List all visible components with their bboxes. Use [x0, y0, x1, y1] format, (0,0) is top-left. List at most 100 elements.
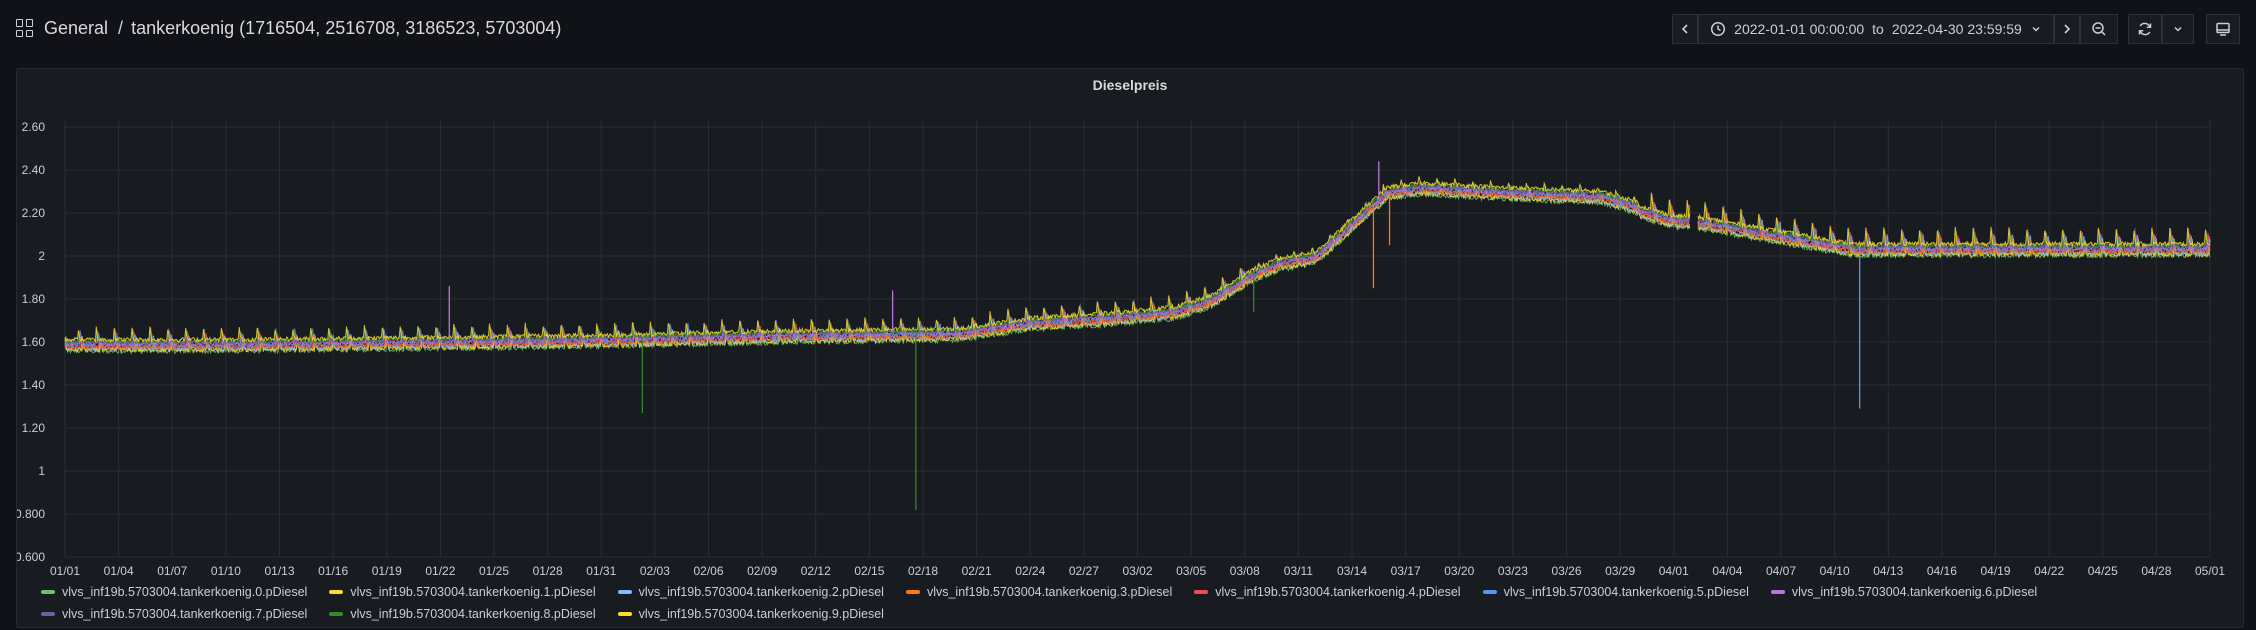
- legend-label: vlvs_inf19b.5703004.tankerkoenig.9.pDies…: [638, 607, 884, 621]
- y-tick-label: 1.60: [22, 335, 46, 349]
- x-tick-label: 04/16: [1927, 564, 1957, 578]
- time-range-to: 2022-04-30 23:59:59: [1891, 21, 2022, 37]
- chevron-down-icon: [2032, 26, 2040, 32]
- refresh-button[interactable]: [2128, 14, 2162, 44]
- y-tick-label: 2: [38, 249, 45, 263]
- x-tick-label: 02/03: [640, 564, 670, 578]
- breadcrumb: General / tankerkoenig (1716504, 2516708…: [16, 14, 561, 42]
- x-tick-label: 04/25: [2088, 564, 2118, 578]
- legend-label: vlvs_inf19b.5703004.tankerkoenig.4.pDies…: [1215, 585, 1461, 599]
- x-tick-label: 01/01: [50, 564, 80, 578]
- legend-label: vlvs_inf19b.5703004.tankerkoenig.8.pDies…: [350, 607, 596, 621]
- time-range-picker[interactable]: 2022-01-01 00:00:00 to 2022-04-30 23:59:…: [1698, 14, 2054, 44]
- y-tick-label: 2.40: [22, 163, 46, 177]
- x-tick-label: 02/24: [1015, 564, 1045, 578]
- x-tick-label: 02/15: [854, 564, 884, 578]
- x-tick-label: 04/13: [1873, 564, 1903, 578]
- y-tick-label: 1.80: [22, 292, 46, 306]
- legend-swatch: [41, 590, 55, 594]
- x-tick-label: 02/27: [1069, 564, 1099, 578]
- x-tick-label: 01/13: [264, 564, 294, 578]
- chevron-right-icon: [2064, 24, 2071, 34]
- x-tick-label: 03/20: [1444, 564, 1474, 578]
- top-navbar: General / tankerkoenig (1716504, 2516708…: [0, 0, 2256, 56]
- legend-label: vlvs_inf19b.5703004.tankerkoenig.0.pDies…: [62, 585, 308, 599]
- breadcrumb-folder[interactable]: General: [44, 18, 108, 39]
- zoom-out-button[interactable]: [2080, 14, 2118, 44]
- y-tick-label: 1: [38, 464, 45, 478]
- legend-label: vlvs_inf19b.5703004.tankerkoenig.3.pDies…: [926, 585, 1173, 599]
- x-tick-label: 02/21: [962, 564, 992, 578]
- clock-icon: [1711, 21, 1726, 37]
- legend-item[interactable]: vlvs_inf19b.5703004.tankerkoenig.7.pDies…: [41, 606, 307, 622]
- legend-item[interactable]: vlvs_inf19b.5703004.tankerkoenig.1.pDies…: [329, 584, 596, 600]
- x-tick-label: 04/07: [1766, 564, 1796, 578]
- legend-item[interactable]: vlvs_inf19b.5703004.tankerkoenig.0.pDies…: [41, 584, 307, 600]
- legend-item[interactable]: vlvs_inf19b.5703004.tankerkoenig.8.pDies…: [329, 606, 596, 622]
- y-tick-label: 2.60: [22, 120, 46, 134]
- x-tick-label: 03/29: [1605, 564, 1635, 578]
- legend-swatch: [41, 612, 55, 616]
- x-tick-label: 03/02: [1122, 564, 1152, 578]
- breadcrumb-separator: /: [118, 17, 124, 38]
- legend-item[interactable]: vlvs_inf19b.5703004.tankerkoenig.6.pDies…: [1770, 584, 2038, 600]
- time-range-joiner: to: [1872, 21, 1884, 37]
- x-tick-label: 02/09: [747, 564, 777, 578]
- chevron-left-icon: [1681, 24, 1688, 34]
- x-tick-label: 03/26: [1551, 564, 1581, 578]
- x-tick-label: 05/01: [2195, 564, 2225, 578]
- x-tick-label: 01/07: [157, 564, 187, 578]
- refresh-icon: [2138, 22, 2152, 36]
- chart-legend: vlvs_inf19b.5703004.tankerkoenig.0.pDies…: [41, 584, 2241, 622]
- x-tick-label: 03/05: [1176, 564, 1206, 578]
- line-chart[interactable]: 0.600 0.800 1 1.20 1.40 1.60 1.80 2 2.20 2.40 2.60…: [17, 69, 2243, 579]
- dashboard-title: tankerkoenig (1716504, 2516708, 3186523,…: [131, 17, 562, 38]
- zoom-out-icon: [2092, 22, 2106, 36]
- legend-swatch: [617, 590, 632, 594]
- legend-label: vlvs_inf19b.5703004.tankerkoenig.2.pDies…: [638, 585, 884, 599]
- x-tick-label: 03/11: [1284, 564, 1313, 578]
- x-tick-label: 02/12: [801, 564, 831, 578]
- x-tick-label: 01/22: [425, 564, 455, 578]
- x-tick-label: 03/14: [1337, 564, 1367, 578]
- legend-swatch: [1770, 590, 1785, 594]
- legend-label: vlvs_inf19b.5703004.tankerkoenig.5.pDies…: [1503, 585, 1749, 599]
- x-tick-label: 04/10: [1820, 564, 1850, 578]
- legend-swatch: [617, 612, 632, 616]
- tv-mode-button[interactable]: [2206, 14, 2240, 44]
- dieselpreis-panel[interactable]: Dieselpreis 0.600 0.800 1 1.20 1.40 1.60 1.80 2…: [16, 68, 2244, 628]
- x-tick-label: 01/16: [318, 564, 348, 578]
- legend-label: vlvs_inf19b.5703004.tankerkoenig.7.pDies…: [62, 607, 308, 621]
- legend-swatch: [329, 612, 344, 616]
- grid-icon[interactable]: [16, 19, 34, 37]
- legend-item[interactable]: vlvs_inf19b.5703004.tankerkoenig.5.pDies…: [1482, 584, 1749, 600]
- x-tick-label: 03/17: [1391, 564, 1421, 578]
- legend-swatch: [1194, 590, 1209, 594]
- legend-item[interactable]: vlvs_inf19b.5703004.tankerkoenig.3.pDies…: [905, 584, 1173, 600]
- legend-swatch: [329, 590, 344, 594]
- x-tick-label: 01/19: [372, 564, 402, 578]
- legend-item[interactable]: vlvs_inf19b.5703004.tankerkoenig.9.pDies…: [617, 606, 884, 622]
- x-tick-label: 01/04: [104, 564, 134, 578]
- y-tick-label: 2.20: [22, 206, 46, 220]
- monitor-icon: [2216, 22, 2230, 36]
- chevron-down-icon: [2174, 26, 2182, 32]
- y-tick-label: 1.20: [22, 421, 46, 435]
- x-tick-label: 03/08: [1230, 564, 1260, 578]
- time-range-from: 2022-01-01 00:00:00: [1734, 21, 1865, 37]
- x-tick-label: 01/25: [479, 564, 509, 578]
- legend-label: vlvs_inf19b.5703004.tankerkoenig.6.pDies…: [1791, 585, 2038, 599]
- x-tick-label: 04/28: [2141, 564, 2171, 578]
- legend-item[interactable]: vlvs_inf19b.5703004.tankerkoenig.4.pDies…: [1194, 584, 1461, 600]
- x-tick-label: 04/19: [1980, 564, 2010, 578]
- x-tick-label: 01/28: [533, 564, 563, 578]
- legend-item[interactable]: vlvs_inf19b.5703004.tankerkoenig.2.pDies…: [617, 584, 884, 600]
- x-tick-label: 01/10: [211, 564, 241, 578]
- y-tick-label: 0.600: [17, 550, 45, 564]
- legend-label: vlvs_inf19b.5703004.tankerkoenig.1.pDies…: [350, 585, 596, 599]
- refresh-interval-button[interactable]: [2162, 14, 2194, 44]
- time-back-button[interactable]: [1672, 14, 1698, 44]
- x-tick-label: 02/06: [693, 564, 723, 578]
- x-tick-label: 01/31: [586, 564, 616, 578]
- time-forward-button[interactable]: [2054, 14, 2080, 44]
